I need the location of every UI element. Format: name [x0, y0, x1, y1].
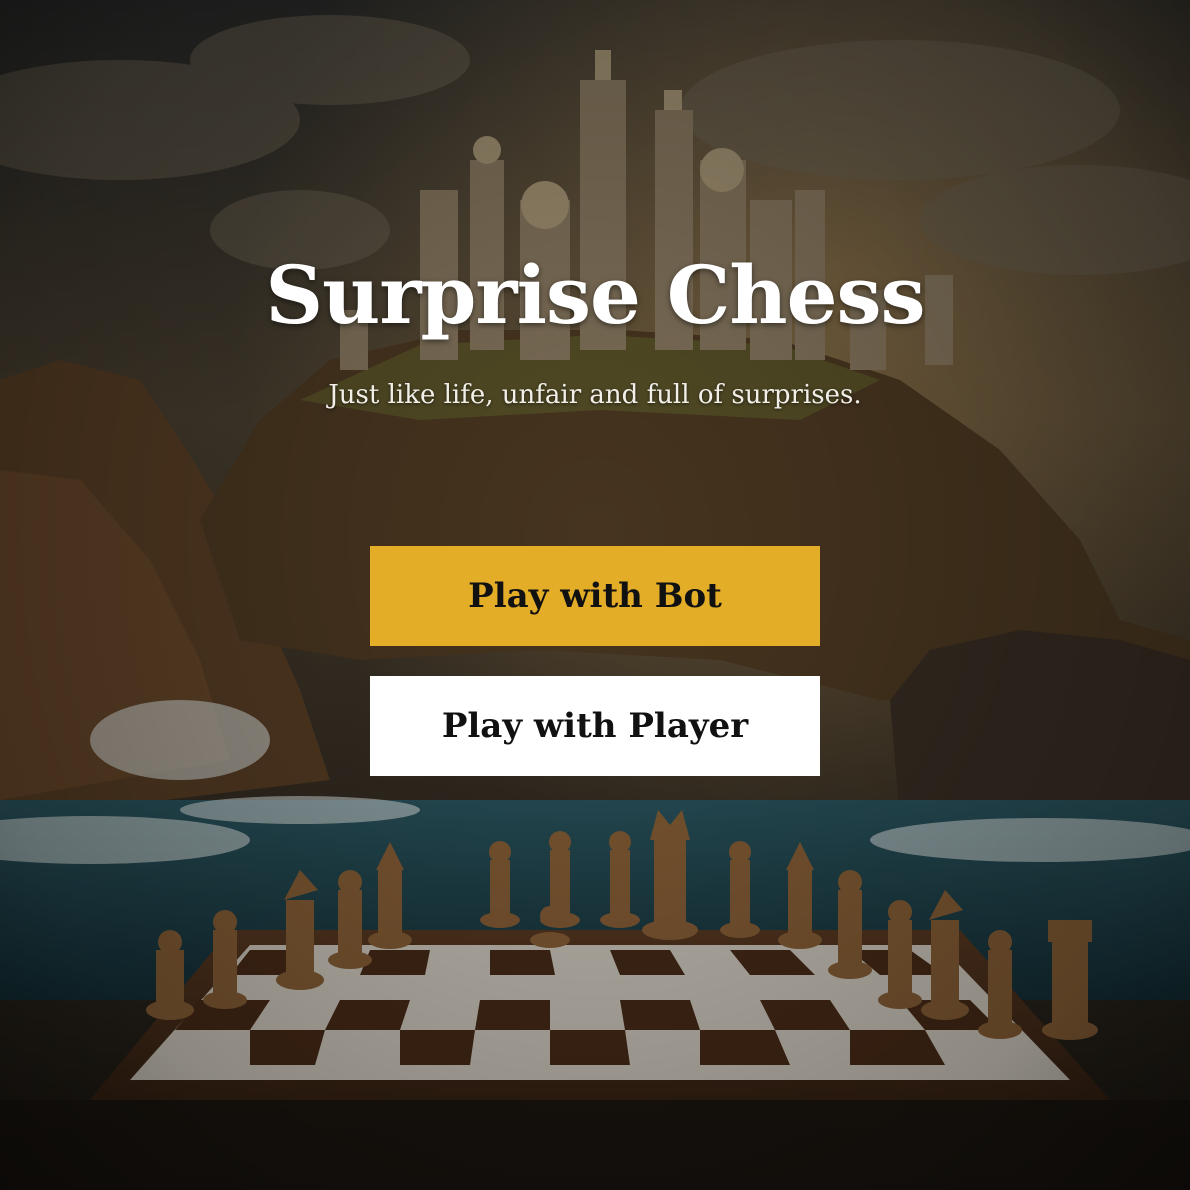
- tagline: Just like life, unfair and full of surpr…: [328, 380, 862, 410]
- page-title: Surprise Chess: [265, 248, 925, 342]
- play-with-bot-button[interactable]: Play with Bot: [370, 546, 820, 646]
- play-with-bot-label: Play with Bot: [468, 576, 722, 616]
- play-with-player-label: Play with Player: [441, 706, 749, 746]
- play-with-player-button[interactable]: Play with Player: [370, 676, 820, 776]
